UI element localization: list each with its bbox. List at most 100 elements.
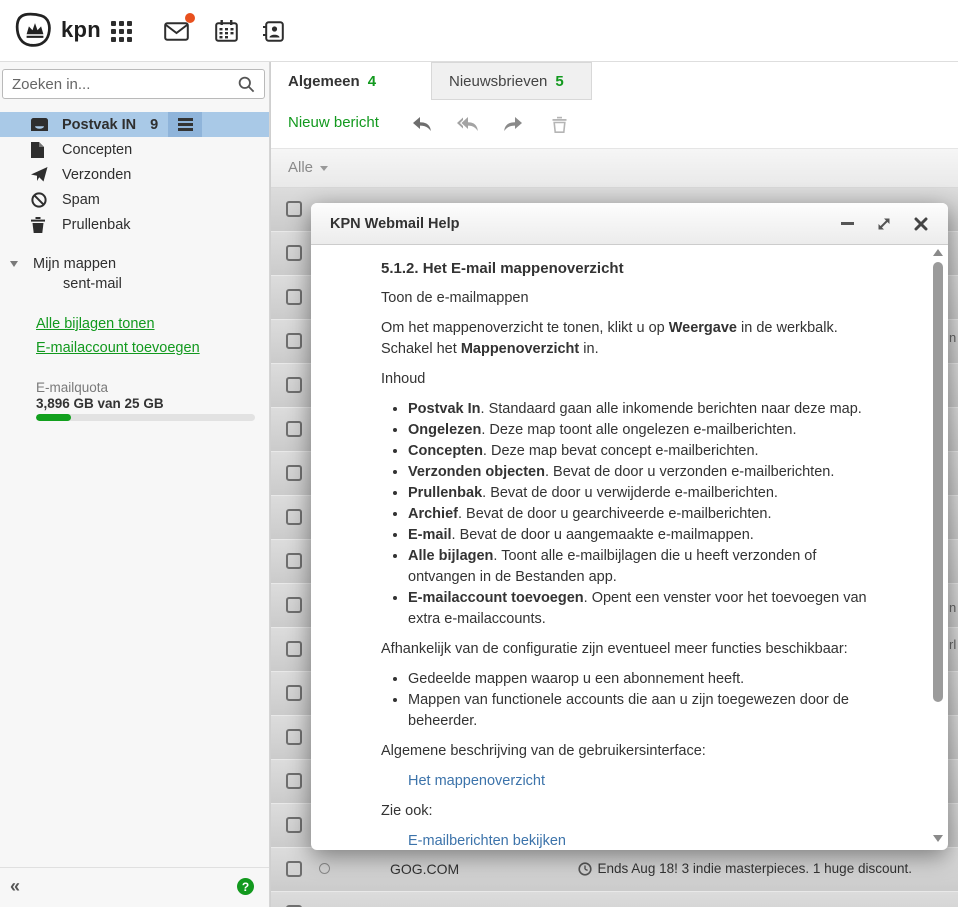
scrollbar-thumb[interactable]	[933, 262, 943, 702]
help-extra-list: Gedeelde mappen waarop u een abonnement …	[381, 669, 882, 732]
help-list-item: E-mail. Bevat de door u aangemaakte e-ma…	[408, 525, 882, 546]
message-subject-group: Ends Aug 18! 3 indie masterpieces. 1 hug…	[577, 861, 912, 876]
message-checkbox[interactable]	[286, 289, 302, 305]
forward-icon[interactable]	[501, 115, 525, 133]
help-paragraph: Afhankelijk van de configuratie zijn eve…	[381, 641, 848, 657]
message-checkbox[interactable]	[286, 729, 302, 745]
sidebar-item-prullenbak[interactable]: Prullenbak	[0, 212, 269, 237]
contacts-app-icon[interactable]	[258, 16, 288, 46]
help-dialog: KPN Webmail Help 5.1.2. Het E-mail mappe…	[311, 203, 948, 850]
help-list-item: Mappen van functionele accounts die aan …	[408, 690, 882, 732]
message-checkbox[interactable]	[286, 597, 302, 613]
close-icon[interactable]	[913, 216, 929, 232]
maximize-button[interactable]	[876, 216, 892, 232]
message-checkbox[interactable]	[286, 465, 302, 481]
help-heading: 5.1.2. Het E-mail mappenoverzicht	[381, 260, 624, 277]
block-icon	[31, 191, 49, 208]
quota-label: E-mailquota	[36, 380, 109, 395]
chevron-down-icon[interactable]	[10, 261, 18, 267]
collapse-sidebar-button[interactable]: «	[10, 876, 20, 897]
tab-count: 5	[555, 72, 564, 90]
help-paragraph: Algemene beschrijving van de gebruikersi…	[381, 743, 706, 759]
sidebar-item-sent-mail[interactable]: sent-mail	[63, 276, 122, 292]
add-mail-account-link[interactable]: E-mailaccount toevoegen	[36, 340, 200, 356]
sidebar-item-postvak-in[interactable]: Postvak IN 9	[0, 112, 269, 137]
calendar-app-icon[interactable]	[211, 16, 241, 46]
help-list-item: Prullenbak. Bevat de door u verwijderde …	[408, 483, 882, 504]
message-checkbox[interactable]	[286, 509, 302, 525]
folder-options-button[interactable]	[168, 112, 202, 137]
sidebar: Zoeken in... Postvak IN 9 Concepten Verz…	[0, 62, 270, 907]
message-checkbox[interactable]	[286, 201, 302, 217]
tab-label: Algemeen	[288, 72, 360, 90]
minimize-button[interactable]	[839, 216, 855, 232]
tab-label: Nieuwsbrieven	[449, 72, 548, 90]
sidebar-item-concepten[interactable]: Concepten	[0, 137, 269, 162]
kpn-webmail-app: kpn Zoeken in... Postvak IN 9 Concepten …	[0, 0, 958, 907]
search-input[interactable]: Zoeken in...	[2, 69, 265, 99]
help-list-item: Alle bijlagen. Toont alle e-mailbijlagen…	[408, 546, 882, 588]
filter-label: Alle	[288, 159, 314, 176]
kpn-logo[interactable]: kpn	[14, 11, 101, 49]
top-bar: kpn	[0, 0, 958, 62]
sidebar-footer: « ?	[0, 867, 269, 907]
message-checkbox[interactable]	[286, 641, 302, 657]
message-checkbox[interactable]	[286, 817, 302, 833]
show-attachments-link[interactable]: Alle bijlagen tonen	[36, 316, 155, 332]
clipped-text-fragment: n	[949, 330, 957, 345]
help-content: 5.1.2. Het E-mail mappenoverzicht Toon d…	[311, 246, 930, 850]
help-list-item: Verzonden objecten. Bevat de door u verz…	[408, 462, 882, 483]
search-icon[interactable]	[238, 76, 255, 93]
message-checkbox[interactable]	[286, 685, 302, 701]
help-paragraph: Om het mappenoverzicht te tonen, klikt u…	[381, 320, 838, 357]
clipped-text-fragment: n	[949, 600, 957, 615]
delete-icon[interactable]	[547, 115, 571, 133]
search-placeholder: Zoeken in...	[12, 75, 91, 93]
reply-all-icon[interactable]	[455, 115, 479, 133]
message-row-gog[interactable]: GOG.COM Ends Aug 18! 3 indie masterpiece…	[271, 848, 958, 892]
list-filter-bar: Alle	[271, 148, 958, 188]
send-icon	[31, 167, 49, 182]
scroll-up-arrow[interactable]	[933, 249, 943, 256]
sidebar-item-spam[interactable]: Spam	[0, 187, 269, 212]
tab-count: 4	[367, 72, 377, 90]
quota-progress-fill	[36, 414, 72, 421]
message-checkbox[interactable]	[286, 377, 302, 393]
message-checkbox[interactable]	[286, 333, 302, 349]
folder-count: 9	[150, 116, 159, 133]
scroll-down-arrow[interactable]	[933, 835, 943, 842]
help-list-item: Concepten. Deze map bevat concept e-mail…	[408, 441, 882, 462]
reply-icon[interactable]	[409, 115, 433, 133]
help-button[interactable]: ?	[237, 878, 254, 895]
table-row[interactable]	[271, 892, 958, 907]
tab-nieuwsbrieven[interactable]: Nieuwsbrieven 5	[431, 62, 592, 100]
help-content-label: Inhoud	[381, 371, 426, 387]
message-checkbox[interactable]	[286, 245, 302, 261]
help-list-item: Gedeelde mappen waarop u een abonnement …	[408, 669, 882, 690]
mail-toolbar: Nieuw bericht	[271, 100, 958, 148]
help-list-item: Archief. Bevat de door u gearchiveerde e…	[408, 504, 882, 525]
dialog-header[interactable]: KPN Webmail Help	[311, 203, 948, 245]
message-checkbox[interactable]	[286, 553, 302, 569]
new-message-button[interactable]: Nieuw bericht	[288, 114, 379, 131]
emailberichten-bekijken-link[interactable]: E-mailberichten bekijken	[408, 833, 566, 849]
help-intro: Toon de e-mailmappen	[381, 290, 529, 306]
dialog-title: KPN Webmail Help	[330, 215, 460, 232]
mappenoverzicht-link[interactable]: Het mappenoverzicht	[408, 773, 545, 789]
app-launcher-icon[interactable]	[106, 16, 136, 46]
logo-text: kpn	[61, 17, 102, 42]
filter-dropdown[interactable]: Alle	[288, 159, 329, 176]
unread-badge-dot	[185, 13, 195, 23]
message-checkbox[interactable]	[286, 421, 302, 437]
sidebar-item-verzonden[interactable]: Verzonden	[0, 162, 269, 187]
help-list-item: Ongelezen. Deze map toont alle ongelezen…	[408, 420, 882, 441]
read-status-icon[interactable]	[319, 863, 330, 874]
sidebar-item-mijn-mappen[interactable]: Mijn mappen	[0, 252, 116, 276]
message-checkbox[interactable]	[286, 773, 302, 789]
mail-app-icon[interactable]	[161, 13, 195, 46]
tab-algemeen[interactable]: Algemeen 4	[271, 62, 431, 100]
help-folder-list: Postvak In. Standaard gaan alle inkomend…	[381, 399, 882, 630]
message-subject: Ends Aug 18! 3 indie masterpieces. 1 hug…	[597, 861, 912, 876]
trash-icon	[31, 216, 49, 233]
dialog-controls	[839, 216, 929, 232]
